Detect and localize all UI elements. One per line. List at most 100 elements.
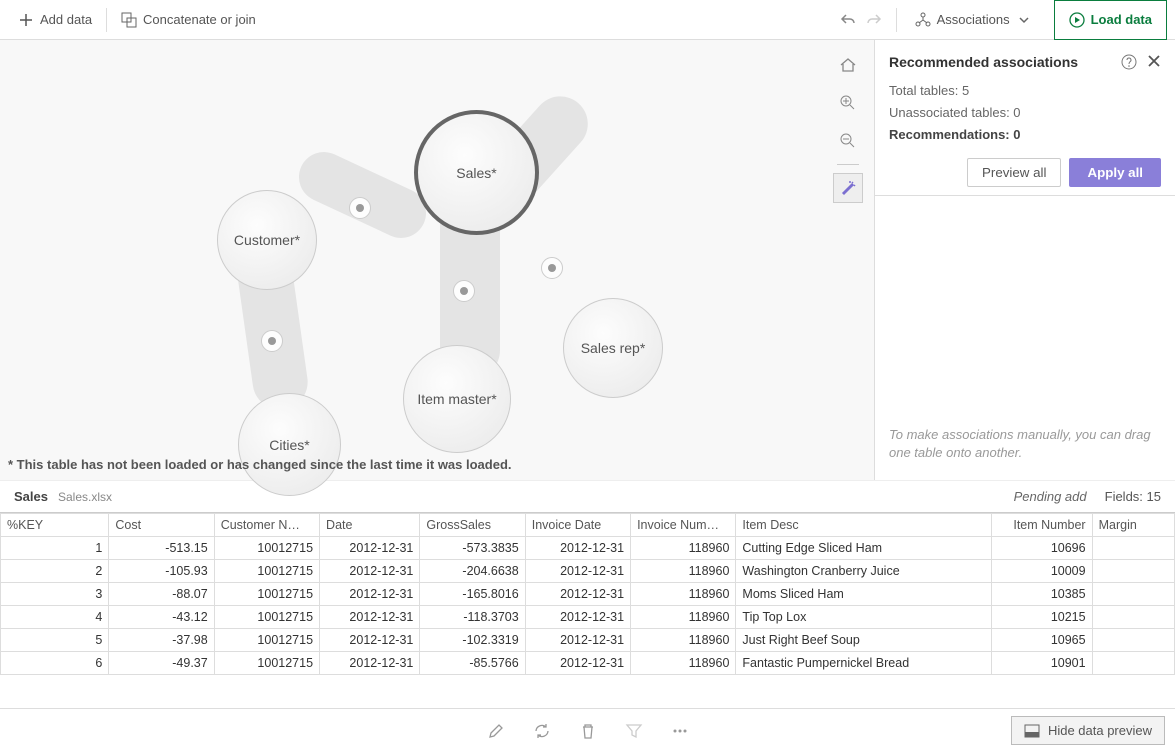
column-header[interactable]: Cost <box>109 514 214 537</box>
more-icon[interactable] <box>671 722 689 740</box>
column-header[interactable]: Invoice Date <box>525 514 630 537</box>
table-cell: 118960 <box>631 629 736 652</box>
toolbar-separator <box>896 8 897 32</box>
associations-dropdown[interactable]: Associations <box>905 6 1042 34</box>
hide-data-preview-button[interactable]: Hide data preview <box>1011 716 1165 745</box>
table-cell: 10012715 <box>214 652 319 675</box>
column-header[interactable]: Item Number <box>992 514 1092 537</box>
home-icon[interactable] <box>833 50 863 80</box>
table-cell: -118.3703 <box>420 606 525 629</box>
column-header[interactable]: Customer N… <box>214 514 319 537</box>
column-header[interactable]: GrossSales <box>420 514 525 537</box>
table-cell: 2 <box>1 560 109 583</box>
table-row[interactable]: 2-105.93100127152012-12-31-204.66382012-… <box>1 560 1175 583</box>
undo-icon[interactable] <box>840 12 856 28</box>
table-bubble-sales-rep[interactable]: Sales rep* <box>563 298 663 398</box>
table-cell: 1 <box>1 537 109 560</box>
table-cell: -85.5766 <box>420 652 525 675</box>
table-cell: -573.3835 <box>420 537 525 560</box>
zoom-out-icon[interactable] <box>833 126 863 156</box>
load-data-label: Load data <box>1091 12 1152 27</box>
table-cell: 10215 <box>992 606 1092 629</box>
total-tables-value: 5 <box>962 83 969 98</box>
table-cell: 2012-12-31 <box>320 606 420 629</box>
table-row[interactable]: 3-88.07100127152012-12-31-165.80162012-1… <box>1 583 1175 606</box>
table-cell: Washington Cranberry Juice <box>736 560 992 583</box>
table-cell: 2012-12-31 <box>320 537 420 560</box>
bubble-label: Item master* <box>417 391 496 407</box>
table-cell: 6 <box>1 652 109 675</box>
column-header[interactable]: Item Desc <box>736 514 992 537</box>
filter-icon[interactable] <box>625 722 643 740</box>
canvas-tools <box>830 50 866 203</box>
table-cell: 10012715 <box>214 583 319 606</box>
apply-all-button[interactable]: Apply all <box>1069 158 1161 187</box>
add-data-button[interactable]: Add data <box>8 6 102 34</box>
associations-canvas[interactable]: Sales* Customer* Cities* Item master* Sa… <box>0 40 875 480</box>
edit-icon[interactable] <box>487 722 505 740</box>
concatenate-label: Concatenate or join <box>143 12 256 27</box>
column-header[interactable]: %KEY <box>1 514 109 537</box>
table-row[interactable]: 4-43.12100127152012-12-31-118.37032012-1… <box>1 606 1175 629</box>
table-cell: 4 <box>1 606 109 629</box>
concatenate-icon <box>121 12 137 28</box>
associations-icon <box>915 12 931 28</box>
refresh-icon[interactable] <box>533 722 551 740</box>
table-cell: 118960 <box>631 537 736 560</box>
recommendations-value: 0 <box>1013 127 1020 142</box>
table-cell: 10385 <box>992 583 1092 606</box>
fields-value: 15 <box>1147 489 1161 504</box>
column-header[interactable]: Margin <box>1092 514 1174 537</box>
table-cell: -88.07 <box>109 583 214 606</box>
table-bubble-cities[interactable]: Cities* <box>238 393 341 496</box>
table-cell: 10009 <box>992 560 1092 583</box>
table-cell: 118960 <box>631 583 736 606</box>
load-data-button[interactable]: Load data <box>1054 0 1167 40</box>
magic-wand-icon[interactable] <box>833 173 863 203</box>
association-joint[interactable] <box>261 330 283 352</box>
table-cell: 2012-12-31 <box>525 537 630 560</box>
table-row[interactable]: 1-513.15100127152012-12-31-573.38352012-… <box>1 537 1175 560</box>
table-cell <box>1092 629 1174 652</box>
association-joint[interactable] <box>349 197 371 219</box>
data-preview-grid[interactable]: %KEYCostCustomer N…DateGrossSalesInvoice… <box>0 512 1175 697</box>
bubble-label: Sales* <box>456 165 496 181</box>
table-cell: -102.3319 <box>420 629 525 652</box>
preview-file-name: Sales.xlsx <box>58 490 112 504</box>
table-cell <box>1092 652 1174 675</box>
concatenate-button[interactable]: Concatenate or join <box>111 6 266 34</box>
hide-preview-label: Hide data preview <box>1048 723 1152 738</box>
table-cell: 5 <box>1 629 109 652</box>
play-circle-icon <box>1069 12 1085 28</box>
panel-title: Recommended associations <box>889 54 1078 70</box>
table-cell: Moms Sliced Ham <box>736 583 992 606</box>
table-cell: Just Right Beef Soup <box>736 629 992 652</box>
table-cell: 2012-12-31 <box>525 652 630 675</box>
main-toolbar: Add data Concatenate or join Association… <box>0 0 1175 40</box>
table-row[interactable]: 6-49.37100127152012-12-31-85.57662012-12… <box>1 652 1175 675</box>
table-bubble-sales[interactable]: Sales* <box>414 110 539 235</box>
table-cell <box>1092 537 1174 560</box>
close-icon[interactable] <box>1147 54 1161 70</box>
table-bubble-customer[interactable]: Customer* <box>217 190 317 290</box>
table-cell: 10696 <box>992 537 1092 560</box>
table-bubble-item-master[interactable]: Item master* <box>403 345 511 453</box>
preview-table-name: Sales <box>14 489 48 504</box>
table-row[interactable]: 5-37.98100127152012-12-31-102.33192012-1… <box>1 629 1175 652</box>
associations-label: Associations <box>937 12 1010 27</box>
zoom-in-icon[interactable] <box>833 88 863 118</box>
bubble-label: Sales rep* <box>581 340 646 356</box>
table-cell: 118960 <box>631 560 736 583</box>
column-header[interactable]: Invoice Num… <box>631 514 736 537</box>
preview-all-button[interactable]: Preview all <box>967 158 1061 187</box>
bubble-label: Customer* <box>234 232 300 248</box>
association-joint[interactable] <box>453 280 475 302</box>
redo-icon[interactable] <box>866 12 882 28</box>
table-cell: -165.8016 <box>420 583 525 606</box>
association-joint[interactable] <box>541 257 563 279</box>
delete-icon[interactable] <box>579 722 597 740</box>
panel-hint: To make associations manually, you can d… <box>875 414 1175 480</box>
column-header[interactable]: Date <box>320 514 420 537</box>
help-icon[interactable] <box>1121 54 1137 70</box>
recommendations-panel: Recommended associations Total tables: 5… <box>875 40 1175 480</box>
